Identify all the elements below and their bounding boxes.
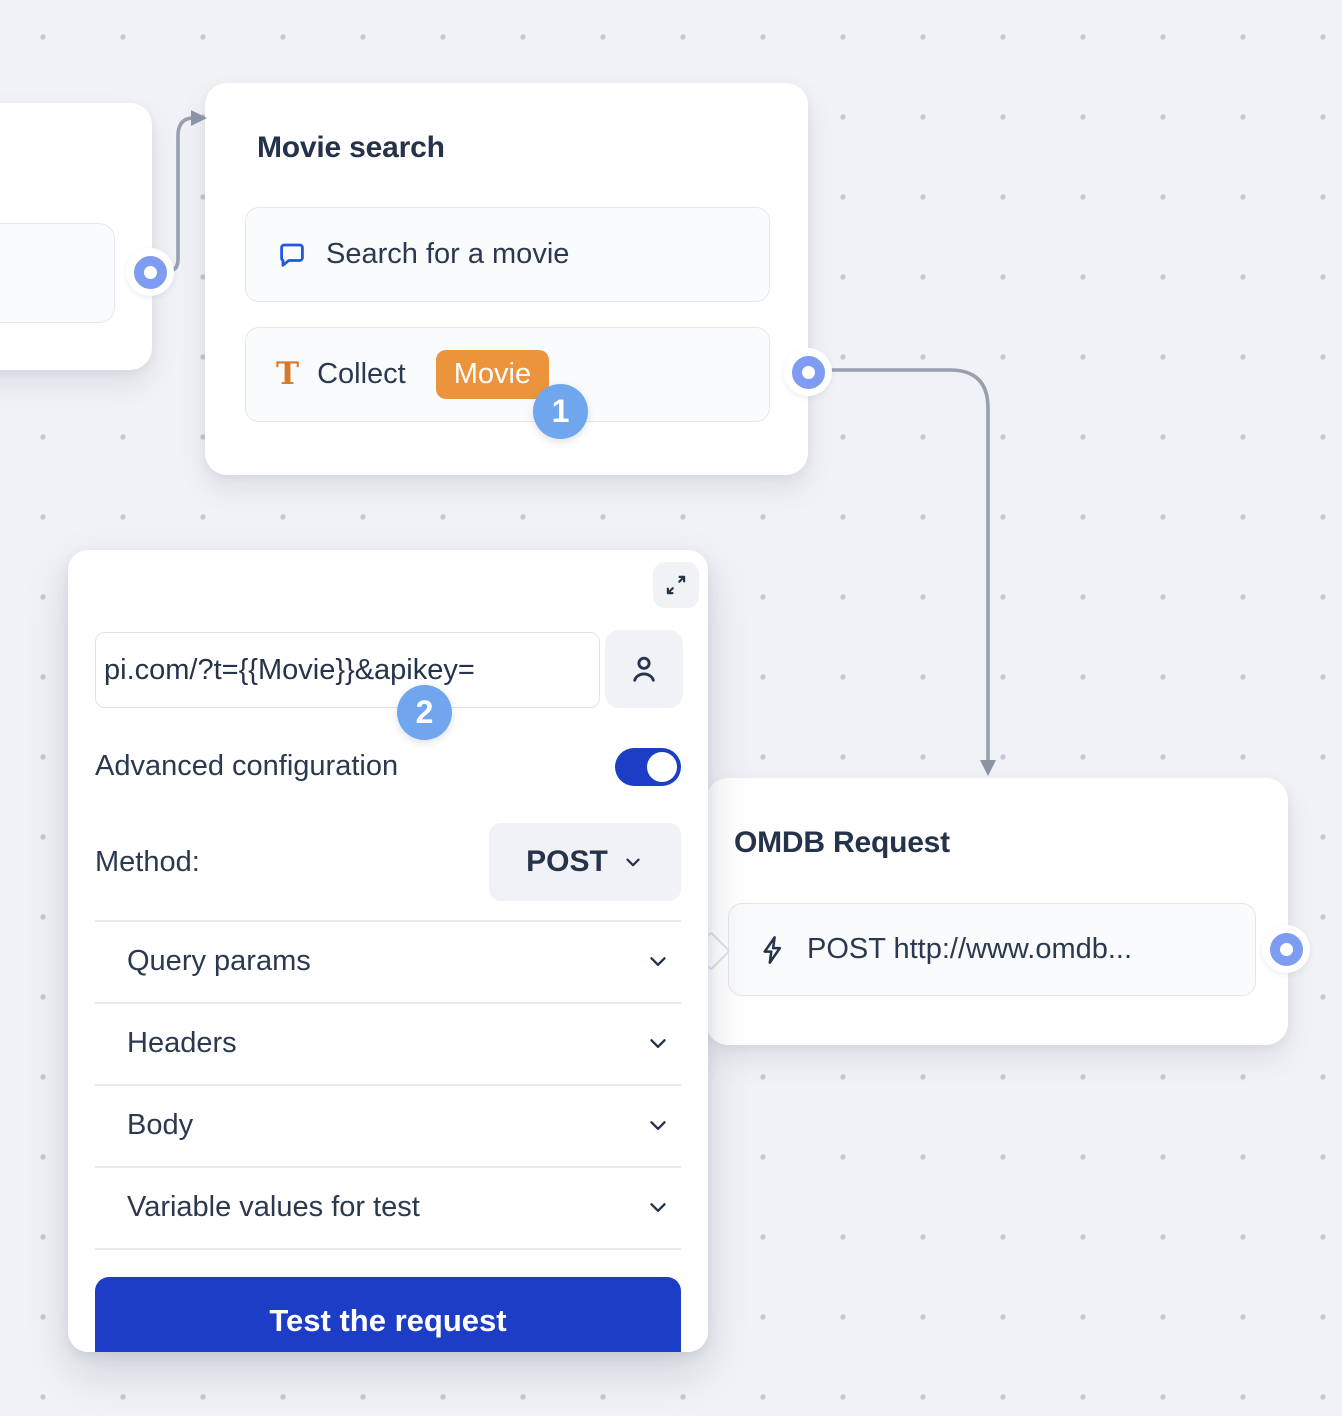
output-port[interactable]: [784, 348, 832, 396]
section-label: Headers: [127, 1027, 237, 1060]
method-value: POST: [526, 845, 608, 879]
item-label: POST http://www.omdb...: [807, 933, 1132, 966]
advanced-configuration-label: Advanced configuration: [95, 750, 398, 783]
step-2-badge: 2: [397, 685, 452, 740]
output-port[interactable]: [1262, 925, 1310, 973]
collect-input-item[interactable]: T Collect Movie: [245, 327, 770, 422]
partial-node-item[interactable]: [0, 223, 115, 323]
node-title: Movie search: [257, 131, 445, 165]
method-select[interactable]: POST: [489, 823, 681, 901]
item-label: Collect: [317, 358, 406, 391]
chevron-down-icon: [645, 1194, 671, 1220]
chevron-down-icon: [645, 948, 671, 974]
test-request-button[interactable]: Test the request: [95, 1277, 681, 1352]
section-variable-values[interactable]: Variable values for test: [95, 1167, 681, 1247]
output-port[interactable]: [126, 248, 174, 296]
person-icon: [626, 651, 662, 687]
method-label: Method:: [95, 846, 200, 879]
section-body[interactable]: Body: [95, 1085, 681, 1165]
chevron-down-icon: [645, 1112, 671, 1138]
item-label: Search for a movie: [326, 238, 569, 271]
section-query-params[interactable]: Query params: [95, 921, 681, 1001]
section-label: Variable values for test: [127, 1191, 420, 1224]
movie-search-node[interactable]: Movie search Search for a movie T Collec…: [205, 83, 808, 475]
webhook-request-item[interactable]: POST http://www.omdb...: [728, 903, 1256, 996]
expand-icon: [663, 572, 689, 598]
lightning-icon: [757, 934, 789, 966]
text-icon: T: [276, 359, 299, 390]
webhook-config-panel[interactable]: pi.com/?t={{Movie}}&apikey= Advanced con…: [68, 550, 708, 1352]
node-title: OMDB Request: [734, 826, 950, 860]
step-1-badge: 1: [533, 384, 588, 439]
section-label: Body: [127, 1109, 193, 1142]
url-value: pi.com/?t={{Movie}}&apikey=: [104, 654, 475, 687]
chevron-down-icon: [622, 851, 644, 873]
url-input[interactable]: pi.com/?t={{Movie}}&apikey=: [95, 632, 600, 708]
send-message-item[interactable]: Search for a movie: [245, 207, 770, 302]
omdb-request-node[interactable]: OMDB Request POST http://www.omdb...: [706, 778, 1288, 1045]
advanced-configuration-toggle[interactable]: [615, 748, 681, 786]
expand-button[interactable]: [653, 562, 699, 608]
variable-chip[interactable]: Movie: [436, 350, 549, 399]
section-headers[interactable]: Headers: [95, 1003, 681, 1083]
insert-variable-button[interactable]: [605, 630, 683, 708]
divider: [95, 1248, 681, 1250]
section-label: Query params: [127, 945, 311, 978]
chat-bubble-icon: [276, 239, 308, 271]
chevron-down-icon: [645, 1030, 671, 1056]
partial-node[interactable]: [0, 103, 152, 370]
